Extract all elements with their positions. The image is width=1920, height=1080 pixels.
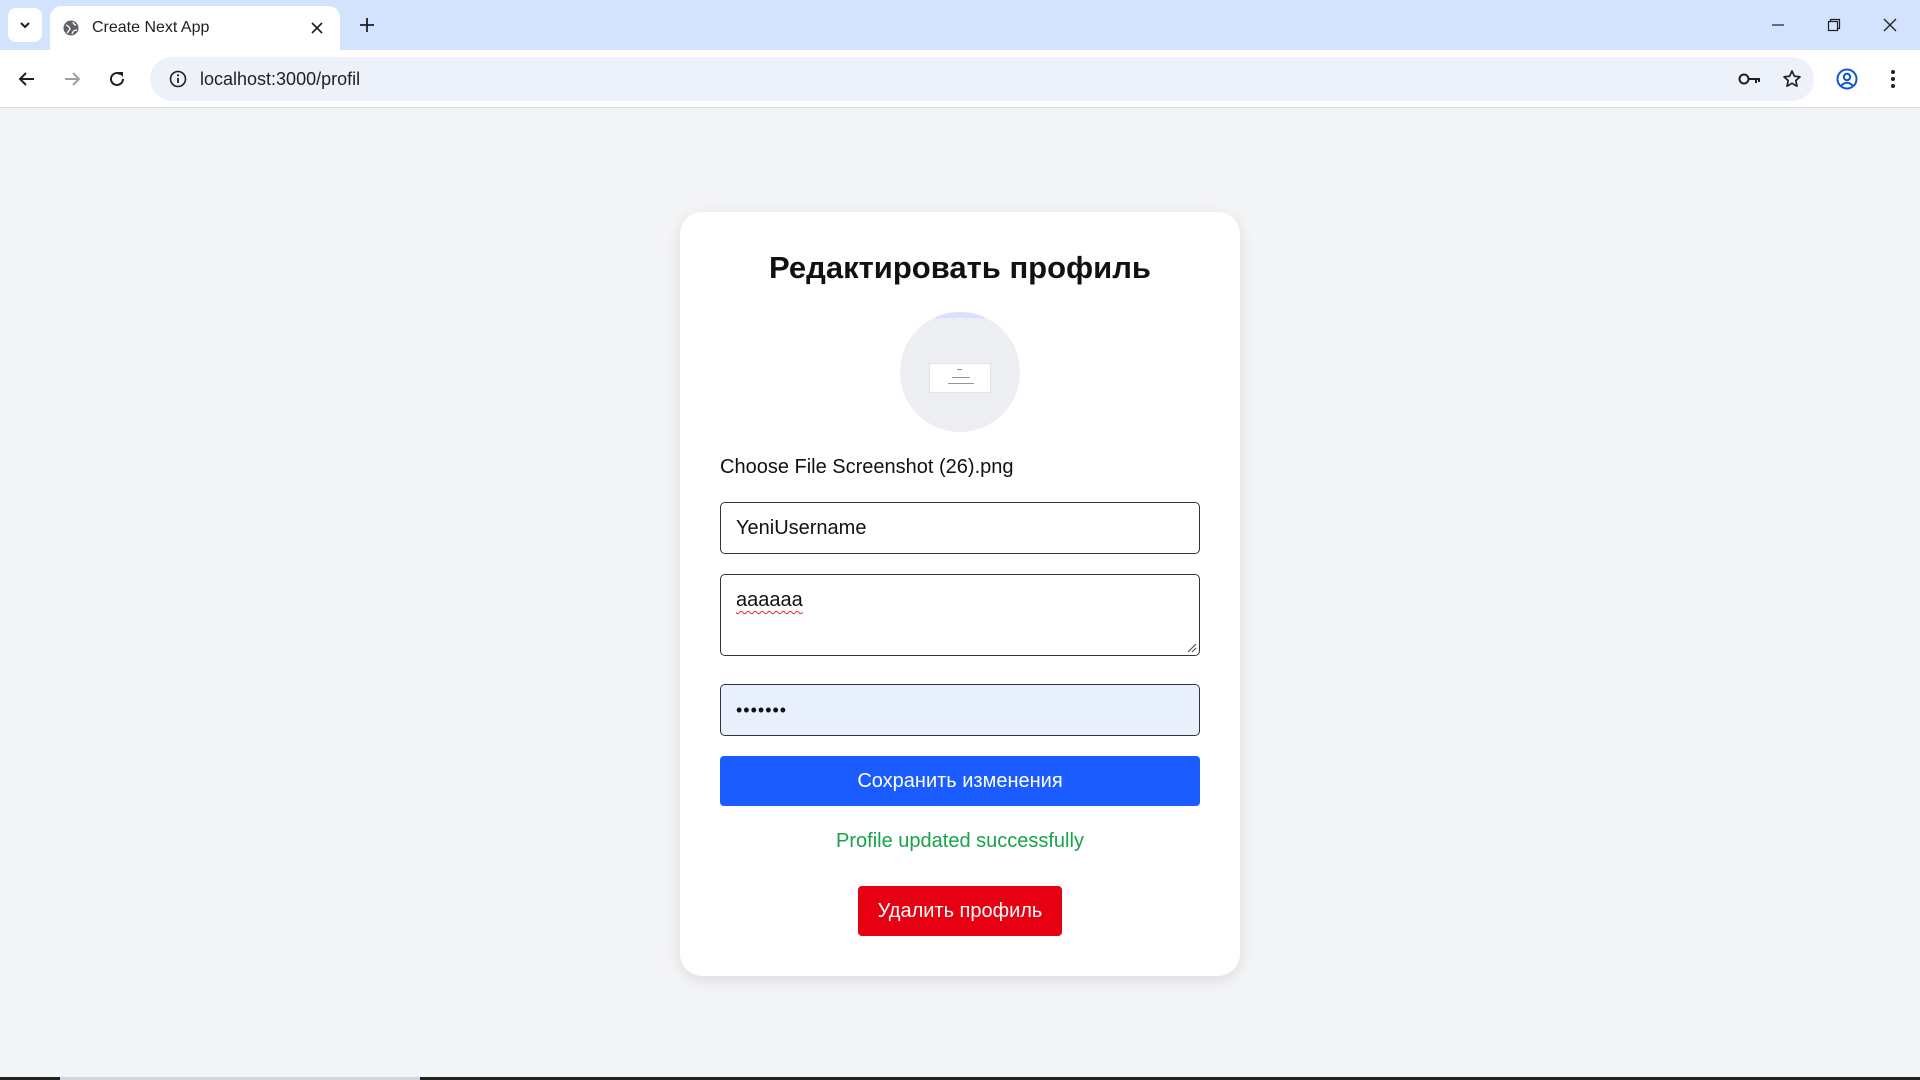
- save-changes-button[interactable]: Сохранить изменения: [720, 756, 1200, 806]
- bio-textarea[interactable]: aaaaaa: [720, 574, 1200, 656]
- status-message: Profile updated successfully: [836, 830, 1084, 852]
- new-tab-button[interactable]: [352, 10, 382, 40]
- info-icon[interactable]: [156, 57, 200, 101]
- close-window-button[interactable]: [1862, 0, 1918, 50]
- tab-close-icon[interactable]: [306, 17, 328, 39]
- plus-icon: [360, 18, 374, 32]
- reload-button[interactable]: [98, 60, 136, 98]
- file-input[interactable]: Choose File Screenshot (26).png: [720, 456, 1014, 479]
- username-value: YeniUsername: [736, 516, 867, 539]
- minimize-icon: [1772, 24, 1784, 26]
- tab-title: Create Next App: [92, 19, 210, 36]
- avatar-image-edge: [900, 312, 1020, 318]
- minimize-button[interactable]: [1750, 0, 1806, 50]
- password-input[interactable]: •••••••: [720, 684, 1200, 736]
- browser-toolbar: localhost:3000/profil: [0, 50, 1920, 108]
- forward-button[interactable]: [53, 60, 91, 98]
- chevron-down-icon: [20, 22, 30, 29]
- more-vertical-icon: [1891, 70, 1895, 88]
- avatar-image-preview: [929, 363, 991, 393]
- arrow-left-icon: [18, 72, 34, 86]
- globe-icon: [62, 19, 80, 37]
- avatar: [900, 312, 1020, 432]
- restore-icon: [1827, 18, 1841, 32]
- profile-card: Редактировать профиль Choose File Screen…: [680, 212, 1240, 976]
- star-icon[interactable]: [1772, 59, 1812, 99]
- reload-icon: [110, 71, 124, 86]
- tab-search-button[interactable]: [8, 8, 42, 42]
- username-input[interactable]: YeniUsername: [720, 502, 1200, 554]
- resize-handle-icon[interactable]: [1185, 641, 1197, 653]
- arrow-right-icon: [65, 72, 81, 86]
- url-text[interactable]: localhost:3000/profil: [200, 69, 1730, 90]
- restore-button[interactable]: [1806, 0, 1862, 50]
- bio-value: aaaaaa: [736, 589, 803, 611]
- key-icon[interactable]: [1730, 59, 1770, 99]
- close-icon: [1883, 18, 1897, 32]
- password-value: •••••••: [736, 699, 788, 720]
- choose-file-button[interactable]: Choose File: [720, 456, 827, 478]
- browser-menu-button[interactable]: [1874, 60, 1912, 98]
- profile-button[interactable]: [1828, 60, 1866, 98]
- back-button[interactable]: [8, 60, 46, 98]
- browser-tab[interactable]: Create Next App: [50, 6, 340, 50]
- account-circle-icon: [1836, 68, 1858, 90]
- page-title: Редактировать профиль: [769, 250, 1151, 285]
- tab-strip: Create Next App: [0, 0, 1920, 50]
- file-name: Screenshot (26).png: [832, 456, 1014, 478]
- delete-profile-button[interactable]: Удалить профиль: [858, 886, 1062, 936]
- address-bar[interactable]: localhost:3000/profil: [150, 57, 1814, 101]
